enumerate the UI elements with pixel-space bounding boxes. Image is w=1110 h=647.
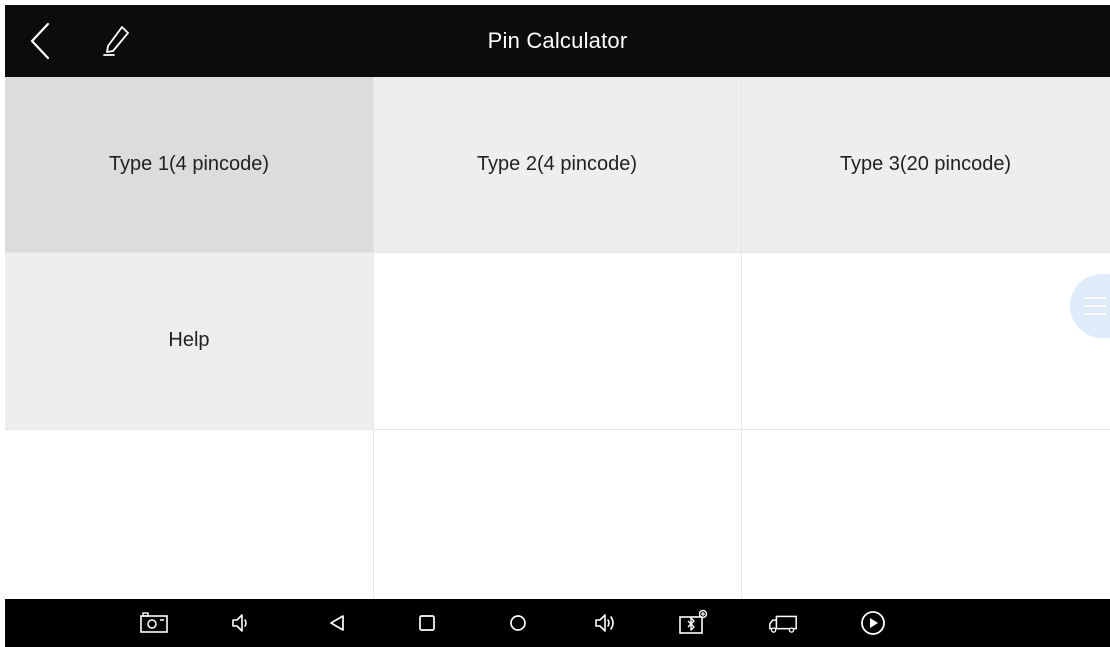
empty-cell	[5, 429, 373, 599]
vci-connection-button[interactable]	[677, 607, 709, 639]
recent-apps-button[interactable]	[411, 607, 443, 639]
page-title: Pin Calculator	[487, 28, 628, 53]
chevron-left-icon	[30, 22, 50, 60]
empty-cell	[741, 252, 1110, 429]
menu-item-label: Help	[168, 329, 210, 351]
screenshot-button[interactable]	[138, 607, 170, 639]
vci-connection-icon	[679, 609, 708, 634]
back-nav-button[interactable]	[321, 607, 353, 639]
volume-down-icon	[232, 614, 247, 632]
grid-divider	[741, 77, 742, 599]
menu-item-type-1[interactable]: Type 1(4 pincode)	[5, 77, 373, 252]
screenshot-icon	[140, 612, 168, 633]
menu-item-label: Type 1(4 pincode)	[108, 153, 270, 175]
play-button[interactable]	[857, 607, 889, 639]
menu-item-label: Type 2(4 pincode)	[476, 153, 638, 175]
home-button[interactable]	[502, 607, 534, 639]
pen-icon	[103, 26, 129, 56]
empty-cell	[373, 429, 741, 599]
volume-down-button[interactable]	[225, 607, 257, 639]
empty-cell	[741, 429, 1110, 599]
menu-item-label: Type 3(20 pincode)	[839, 153, 1012, 175]
menu-item-type-3[interactable]: Type 3(20 pincode)	[741, 77, 1110, 252]
empty-cell	[373, 252, 741, 429]
volume-up-icon	[595, 614, 614, 632]
title-bar: Pin Calculator	[5, 5, 1110, 77]
menu-lines-icon	[1084, 297, 1106, 299]
recent-apps-icon	[419, 615, 435, 631]
grid-divider	[5, 252, 1110, 253]
volume-up-button[interactable]	[590, 607, 622, 639]
play-circle-icon	[861, 611, 885, 635]
edit-button[interactable]	[93, 17, 139, 65]
grid-divider	[373, 77, 374, 599]
app-frame: Pin Calculator Type 1(4 pincode) Type 2(…	[5, 5, 1110, 647]
truck-icon	[769, 615, 797, 633]
system-nav-bar	[5, 599, 1110, 647]
home-circle-icon	[510, 615, 526, 631]
vehicle-button[interactable]	[767, 607, 799, 639]
grid-divider	[5, 429, 1110, 430]
back-button[interactable]	[17, 17, 63, 65]
back-triangle-icon	[330, 615, 344, 631]
menu-item-help[interactable]: Help	[5, 252, 373, 429]
menu-grid: Type 1(4 pincode) Type 2(4 pincode) Type…	[5, 77, 1110, 599]
menu-item-type-2[interactable]: Type 2(4 pincode)	[373, 77, 741, 252]
